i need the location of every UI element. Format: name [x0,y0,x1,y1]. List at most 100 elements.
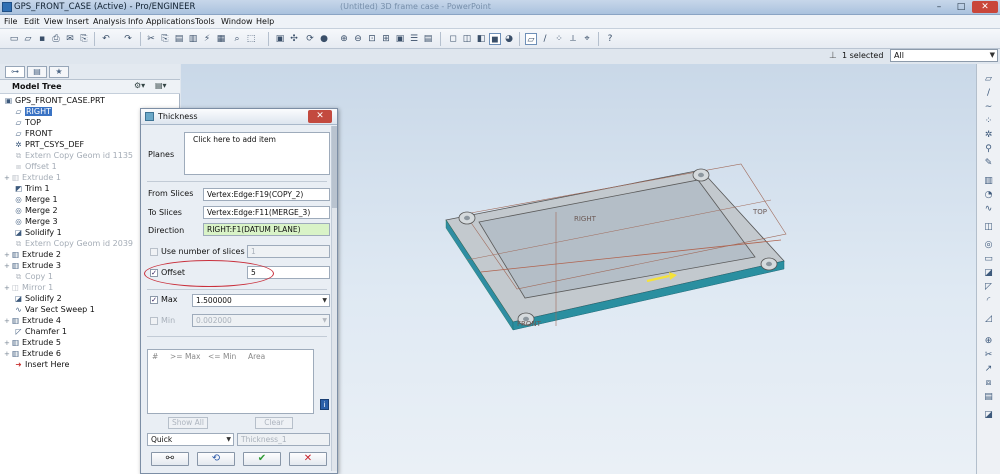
maximize-button[interactable]: □ [950,1,972,13]
show-all-button[interactable]: Show All [168,417,208,429]
view-manager-icon[interactable]: ▤ [422,33,434,45]
menu-tools[interactable]: Tools [195,17,215,26]
from-slices-field[interactable]: Vertex:Edge:F19(COPY_2) [203,188,330,201]
menu-applications[interactable]: Applications [146,17,195,26]
orient-mode-icon[interactable]: ⟳ [304,33,316,45]
chamfer-tool-icon[interactable]: ◿ [982,314,995,325]
expand-icon[interactable]: + [4,283,11,294]
undo-icon[interactable]: ↶ [100,33,112,45]
planes-collector[interactable]: Click here to add item [184,132,330,175]
favorites-tab-icon[interactable]: ★ [49,66,69,78]
tree-item-extern-copy-1135[interactable]: ⧉ Extern Copy Geom id 1135 [14,150,133,161]
tree-item-right[interactable]: ▱ RIGHT [14,106,53,117]
shading-icon[interactable]: ● [318,33,330,45]
hidden-line-icon[interactable]: ◫ [461,33,473,45]
draft-tool-icon[interactable]: ◸ [982,282,995,293]
new-file-icon[interactable]: ▭ [8,33,20,45]
tree-item-part[interactable]: ▣ GPS_FRONT_CASE.PRT [4,95,105,106]
saved-views-icon[interactable]: ▣ [394,33,406,45]
tree-item-var-sect-sweep-1[interactable]: ∿ Var Sect Sweep 1 [14,304,95,315]
tree-item-extrude-2[interactable]: + ▥ Extrude 2 [4,249,61,260]
tree-item-solidify-1[interactable]: ◪ Solidify 1 [14,227,62,238]
menu-insert[interactable]: Insert [66,17,89,26]
reorient-icon[interactable]: ⊞ [380,33,392,45]
wireframe-icon[interactable]: ◻ [447,33,459,45]
datum-planes-icon[interactable]: ▱ [525,33,537,45]
number-of-slices-field[interactable]: 1 [247,245,330,258]
folder-browser-tab-icon[interactable]: ▤ [27,66,47,78]
mode-dropdown[interactable]: Quick ▼ [147,433,234,446]
blend-tool-icon[interactable]: ◫ [982,222,995,233]
tree-item-trim-1[interactable]: ◩ Trim 1 [14,183,50,194]
menu-window[interactable]: Window [221,17,253,26]
copy-icon[interactable]: ⎘ [159,33,171,45]
results-table[interactable]: # >= Max <= Min Area [147,349,314,414]
tree-item-extrude-1[interactable]: + ▥ Extrude 1 [4,172,61,183]
tree-item-copy-1[interactable]: ⧉ Copy 1 [14,271,53,282]
menu-help[interactable]: Help [256,17,274,26]
regen-manager-icon[interactable]: ▦ [215,33,227,45]
tree-item-mirror-1[interactable]: + ◫ Mirror 1 [4,282,53,293]
to-slices-field[interactable]: Vertex:Edge:F11(MERGE_3) [203,206,330,219]
datum-axis-tool-icon[interactable]: / [982,88,995,99]
redo-icon[interactable]: ↷ [122,33,134,45]
expand-icon[interactable]: + [4,173,11,184]
layers-icon[interactable]: ☰ [408,33,420,45]
cut-icon[interactable]: ✂ [145,33,157,45]
refit-icon[interactable]: ⊡ [366,33,378,45]
datum-points-icon[interactable]: ⁘ [553,33,565,45]
extrude-tool-icon[interactable]: ▥ [982,176,995,187]
cancel-x-button[interactable]: ✕ [289,452,327,466]
datum-axes-icon[interactable]: / [539,33,551,45]
preview-glasses-button[interactable]: ⚯ [151,452,189,466]
menu-edit[interactable]: Edit [24,17,40,26]
expand-icon[interactable]: + [4,316,11,327]
min-dropdown[interactable]: 0.002000 ▼ [192,314,330,327]
tree-item-merge-1[interactable]: ◎ Merge 1 [14,194,57,205]
tree-item-insert-here[interactable]: ➜ Insert Here [14,359,69,370]
hole-tool-icon[interactable]: ◎ [982,240,995,251]
send-mail-icon[interactable]: ✉ [64,33,76,45]
context-help-icon[interactable]: ? [604,33,616,45]
menu-view[interactable]: View [44,17,63,26]
sweep-tool-icon[interactable]: ∿ [982,204,995,215]
enhanced-realism-icon[interactable]: ◕ [503,33,515,45]
tree-show-icon[interactable]: ▤▾ [155,81,167,90]
repaint-icon[interactable]: ▣ [274,33,286,45]
find-icon[interactable]: ⌕ [231,33,243,45]
tree-item-merge-2[interactable]: ◎ Merge 2 [14,205,57,216]
zoom-in-icon[interactable]: ⊕ [338,33,350,45]
shaded-icon[interactable]: ◼ [489,33,501,45]
analysis-name-field[interactable]: Thickness_1 [237,433,330,446]
datum-point-tool-icon[interactable]: ⁘ [982,116,995,127]
select-box-icon[interactable]: ⬚ [245,33,257,45]
selection-filter-dropdown[interactable]: All ▼ [890,49,998,62]
menu-file[interactable]: File [4,17,17,26]
regenerate-icon[interactable]: ⚡ [201,33,213,45]
minimize-button[interactable]: – [928,1,950,13]
annotations-icon[interactable]: ⌖ [581,33,593,45]
tree-item-extern-copy-2039[interactable]: ⧉ Extern Copy Geom id 2039 [14,238,133,249]
tree-item-chamfer-1[interactable]: ◸ Chamfer 1 [14,326,67,337]
expand-icon[interactable]: + [4,261,11,272]
solidify-tool-icon[interactable]: ◪ [982,410,995,421]
max-checkbox[interactable]: ✓ [150,296,158,304]
tree-item-extrude-5[interactable]: + ▥ Extrude 5 [4,337,61,348]
tree-item-solidify-2[interactable]: ◪ Solidify 2 [14,293,62,304]
datum-label-top[interactable]: TOP [753,208,767,216]
open-file-icon[interactable]: ▱ [22,33,34,45]
tree-item-front[interactable]: ▱ FRONT [14,128,53,139]
expand-icon[interactable]: + [4,349,11,360]
datum-curve-tool-icon[interactable]: ∼ [982,102,995,113]
model-tree-tab-icon[interactable]: ⊶ [5,66,25,78]
tree-item-top[interactable]: ▱ TOP [14,117,41,128]
menu-analysis[interactable]: Analysis [93,17,126,26]
tree-item-merge-3[interactable]: ◎ Merge 3 [14,216,57,227]
save-icon[interactable]: ▪ [36,33,48,45]
sketch-tool-icon[interactable]: ✎ [982,158,995,169]
paste-icon[interactable]: ▤ [173,33,185,45]
datum-plane-tool-icon[interactable]: ▱ [982,74,995,85]
datum-label-right[interactable]: RIGHT [574,215,596,223]
close-window-button[interactable]: ✕ [972,1,998,13]
offset-tool-icon[interactable]: ⧈ [982,378,995,389]
